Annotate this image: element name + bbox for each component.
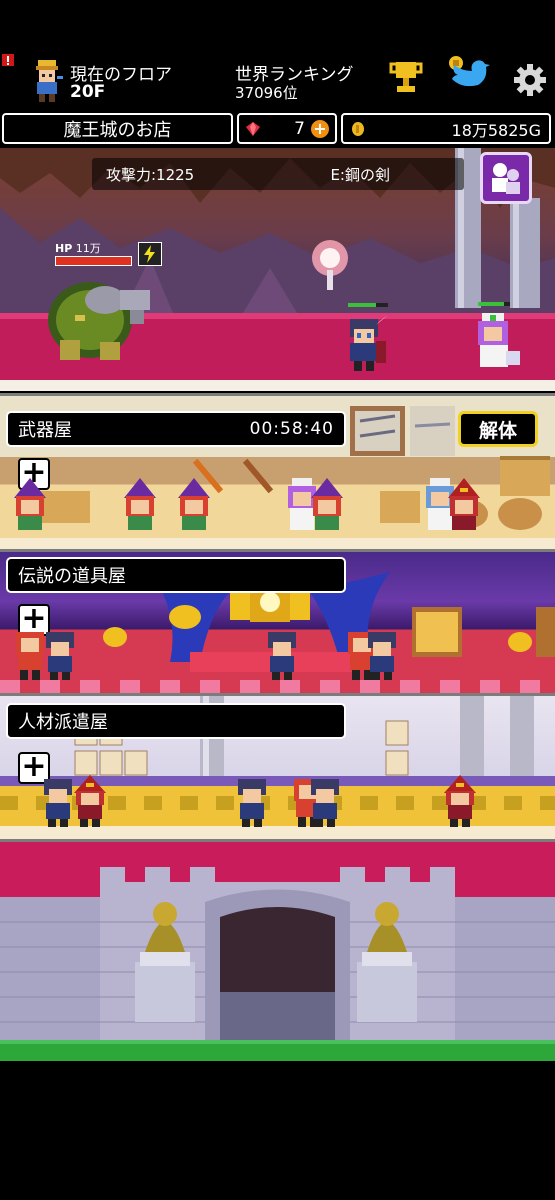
knight-customer[interactable] bbox=[232, 775, 272, 833]
party-icon bbox=[492, 163, 520, 194]
staff-shop-title[interactable]: 人材派遣屋 bbox=[6, 703, 346, 739]
alert-icon[interactable] bbox=[0, 52, 16, 68]
party-skill-button[interactable] bbox=[480, 152, 532, 204]
weapon-shop-timer: 00:58:40 bbox=[249, 419, 334, 439]
gold-coin-icon bbox=[352, 121, 364, 136]
legend-shop-name: 伝説の道具屋 bbox=[18, 566, 126, 587]
gold-amount: 18万5825G bbox=[451, 120, 541, 140]
gem-icon bbox=[246, 121, 260, 136]
knight-customer[interactable] bbox=[40, 628, 80, 686]
shop-name: 魔王城のお店 bbox=[63, 119, 172, 141]
healer-ally[interactable] bbox=[470, 313, 522, 377]
lightning-icon[interactable] bbox=[138, 242, 162, 266]
knight-customer[interactable] bbox=[262, 628, 302, 686]
floor-value: 20F bbox=[70, 82, 106, 102]
shopkeeper-red-mage[interactable] bbox=[440, 775, 480, 833]
gold-counter: 18万5825G bbox=[341, 113, 551, 144]
ranking-value[interactable]: 37096位 bbox=[235, 82, 298, 103]
gem-count: 7 bbox=[294, 118, 305, 139]
knight-customer[interactable] bbox=[305, 775, 345, 833]
hero-knight[interactable] bbox=[340, 315, 390, 379]
enemy-hp-label: HP 11万 bbox=[55, 242, 101, 255]
attack-power: 攻撃力:1225 bbox=[106, 165, 195, 184]
trophy-icon[interactable] bbox=[386, 58, 426, 98]
castle-entrance bbox=[0, 839, 555, 1061]
legend-shop-title[interactable]: 伝説の道具屋 bbox=[6, 557, 346, 593]
shopkeeper-red-mage[interactable] bbox=[70, 775, 110, 833]
enemy-turtle-monster[interactable] bbox=[45, 270, 155, 369]
twitter-share-icon[interactable] bbox=[442, 54, 492, 100]
enemy-hp-bar bbox=[55, 256, 132, 266]
shopkeeper-red-mage[interactable] bbox=[442, 478, 486, 536]
mage-customer[interactable] bbox=[118, 478, 162, 536]
player-avatar[interactable] bbox=[30, 58, 64, 104]
healer-hp-bar bbox=[478, 302, 510, 306]
dismantle-button[interactable]: 解体 bbox=[458, 411, 538, 447]
hero-stat-bar: 攻撃力:1225 E:鋼の剣 bbox=[92, 158, 464, 190]
weapon-shop-name: 武器屋 bbox=[18, 420, 72, 441]
mage-customer[interactable] bbox=[172, 478, 216, 536]
settings-gear-icon[interactable] bbox=[510, 60, 550, 100]
weapon-shop-title[interactable]: 武器屋 00:58:40 bbox=[6, 411, 346, 447]
shop-name-box[interactable]: 魔王城のお店 bbox=[2, 113, 233, 144]
hero-hp-bar bbox=[348, 303, 388, 307]
knight-customer[interactable] bbox=[362, 628, 402, 686]
add-gem-icon[interactable]: + bbox=[311, 119, 329, 138]
mage-customer[interactable] bbox=[305, 478, 349, 536]
gem-counter[interactable]: 7 + bbox=[237, 113, 337, 144]
staff-shop-name: 人材派遣屋 bbox=[18, 712, 108, 733]
equipped-weapon: E:鋼の剣 bbox=[330, 165, 390, 184]
mage-customer[interactable] bbox=[8, 478, 52, 536]
